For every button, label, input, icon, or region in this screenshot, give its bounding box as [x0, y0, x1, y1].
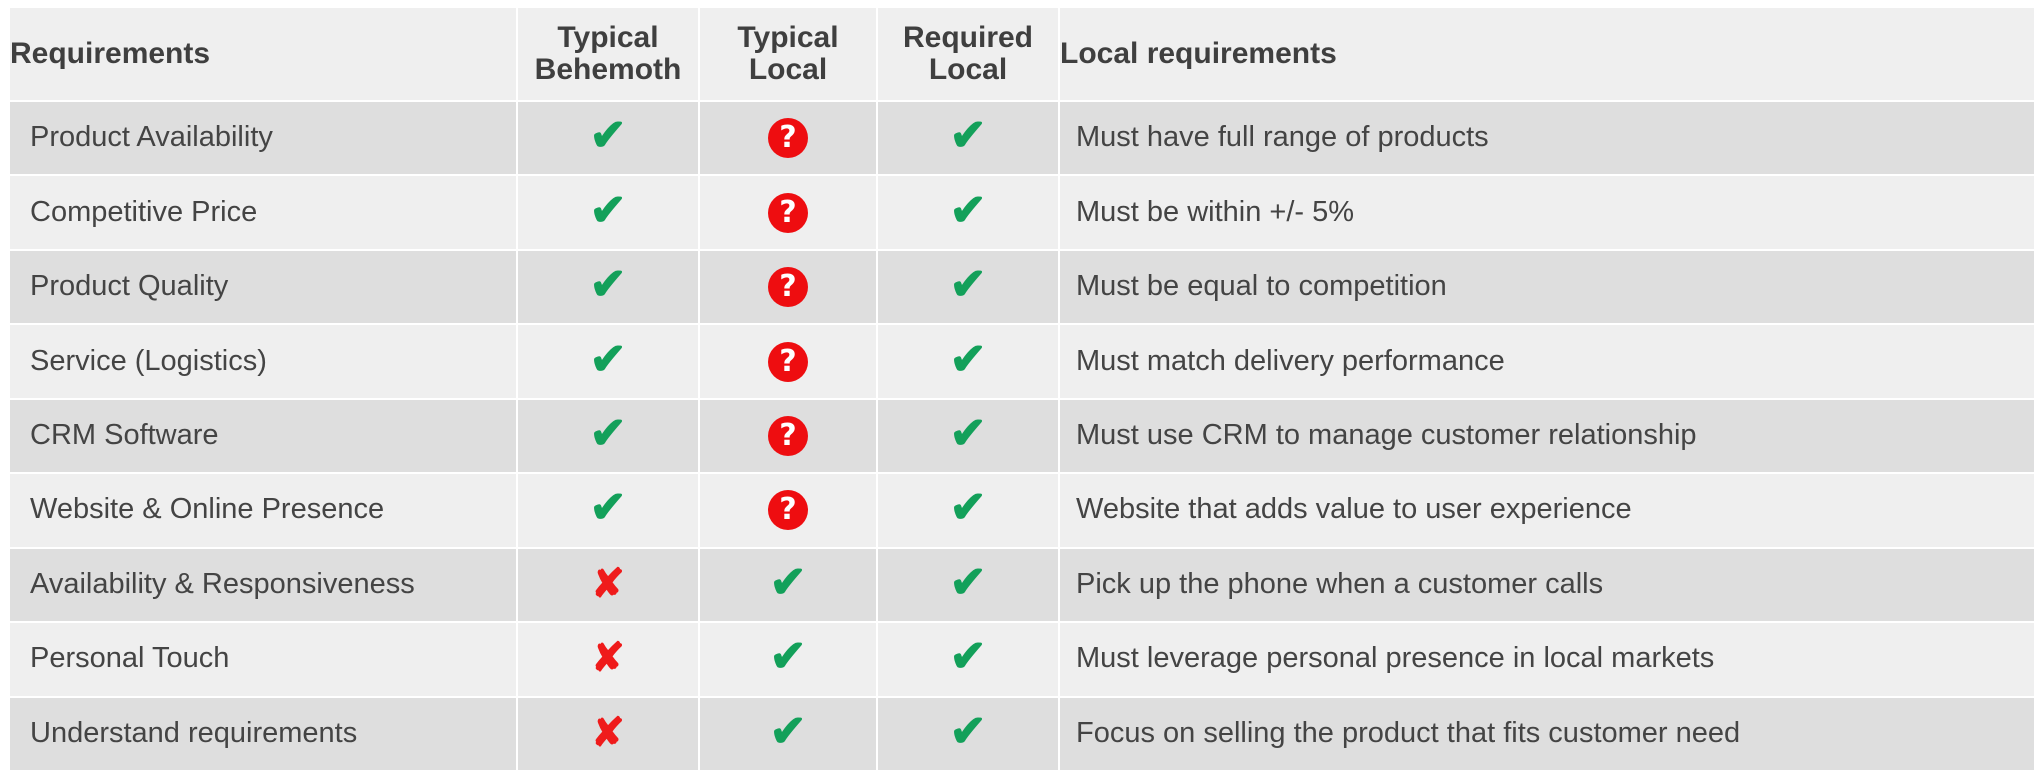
- requirement-label-cell: Website & Online Presence: [10, 474, 518, 547]
- required-local-cell: ✔: [878, 548, 1060, 622]
- check-icon: ✔: [949, 632, 987, 682]
- table-row: CRM Software ✔? ✔ Must use CRM to manage cu…: [10, 399, 2034, 473]
- requirement-label-cell: Availability & Responsiveness: [10, 548, 518, 622]
- column-header-local-requirements: Local requirements: [1060, 8, 2034, 100]
- check-icon: ✔: [589, 334, 627, 384]
- local-requirement-cell: Must use CRM to manage customer relation…: [1060, 399, 2034, 473]
- local-requirement-cell: Must be within +/- 5%: [1060, 176, 2034, 249]
- column-header-requirements: Requirements: [10, 8, 518, 100]
- column-header-typical-behemoth-line2: Behemoth: [534, 53, 682, 86]
- requirement-label-cell: CRM Software: [10, 399, 518, 473]
- check-icon: ✔: [949, 557, 987, 607]
- check-icon: ✔: [949, 111, 987, 161]
- typical-behemoth-cell: ✔: [518, 399, 700, 473]
- table-row: Understand requirements ✘ ✔ ✔ Focus on selli…: [10, 697, 2034, 770]
- local-requirement-cell: Must have full range of products: [1060, 102, 2034, 175]
- typical-behemoth-cell: ✔: [518, 250, 700, 324]
- required-local-cell: ✔: [878, 399, 1060, 473]
- typical-local-cell: ✔: [700, 548, 878, 622]
- check-icon: ✔: [949, 706, 987, 756]
- check-icon: ✔: [949, 334, 987, 384]
- cross-icon: ✘: [591, 561, 625, 606]
- header-row: Requirements Typical Behemoth Typical Lo…: [10, 8, 2034, 100]
- question-circle-icon: ?: [768, 415, 808, 456]
- required-local-cell: ✔: [878, 325, 1060, 398]
- check-icon: ✔: [949, 483, 987, 533]
- local-requirement-cell: Focus on selling the product that fits c…: [1060, 697, 2034, 770]
- check-icon: ✔: [589, 408, 627, 458]
- column-header-typical-local-line1: Typical: [737, 20, 839, 54]
- column-header-typical-behemoth: Typical Behemoth: [518, 8, 700, 100]
- comparison-table-sheet: Requirements Typical Behemoth Typical Lo…: [0, 0, 2042, 776]
- typical-behemoth-cell: ✔: [518, 325, 700, 398]
- local-requirement-cell: Must leverage personal presence in local…: [1060, 623, 2034, 696]
- typical-behemoth-cell: ✘: [518, 548, 700, 622]
- typical-behemoth-cell: ✘: [518, 697, 700, 770]
- typical-local-cell: ?: [700, 176, 878, 249]
- check-icon: ✔: [949, 408, 987, 458]
- requirement-label-cell: Product Quality: [10, 250, 518, 324]
- check-icon: ✔: [769, 632, 807, 682]
- table-row: Personal Touch ✘ ✔ ✔ Must leverage personal …: [10, 623, 2034, 696]
- check-icon: ✔: [769, 557, 807, 607]
- check-icon: ✔: [589, 185, 627, 235]
- column-header-typical-local: Typical Local: [700, 8, 878, 100]
- required-local-cell: ✔: [878, 697, 1060, 770]
- question-circle-icon: ?: [768, 192, 808, 233]
- check-icon: ✔: [589, 111, 627, 161]
- table-header: Requirements Typical Behemoth Typical Lo…: [10, 8, 2034, 100]
- check-icon: ✔: [589, 260, 627, 310]
- column-header-typical-behemoth-line1: Typical: [557, 20, 659, 54]
- question-circle-icon: ?: [768, 118, 808, 159]
- question-circle-icon: ?: [768, 341, 808, 382]
- local-requirement-cell: Website that adds value to user experien…: [1060, 474, 2034, 547]
- table-body: Product Availability ✔? ✔ Must have full ra…: [10, 102, 2034, 770]
- typical-local-cell: ?: [700, 250, 878, 324]
- typical-local-cell: ?: [700, 474, 878, 547]
- requirement-label-cell: Personal Touch: [10, 623, 518, 696]
- typical-local-cell: ?: [700, 325, 878, 398]
- table-row: Website & Online Presence ✔? ✔ Website that…: [10, 474, 2034, 547]
- table-row: Product Availability ✔? ✔ Must have full ra…: [10, 102, 2034, 175]
- column-header-required-local-line1: Required: [902, 20, 1034, 54]
- requirement-label-cell: Understand requirements: [10, 697, 518, 770]
- cross-icon: ✘: [591, 636, 625, 681]
- cross-icon: ✘: [591, 710, 625, 755]
- requirement-label-cell: Service (Logistics): [10, 325, 518, 398]
- typical-behemoth-cell: ✔: [518, 474, 700, 547]
- required-local-cell: ✔: [878, 176, 1060, 249]
- local-requirement-cell: Pick up the phone when a customer calls: [1060, 548, 2034, 622]
- typical-behemoth-cell: ✔: [518, 176, 700, 249]
- typical-behemoth-cell: ✔: [518, 102, 700, 175]
- column-header-required-local: Required Local: [878, 8, 1060, 100]
- column-header-required-local-line2: Local: [928, 53, 1008, 86]
- column-header-requirements-label: Requirements: [10, 36, 211, 70]
- question-circle-icon: ?: [768, 490, 808, 531]
- typical-behemoth-cell: ✘: [518, 623, 700, 696]
- typical-local-cell: ✔: [700, 697, 878, 770]
- check-icon: ✔: [949, 260, 987, 310]
- check-icon: ✔: [769, 706, 807, 756]
- table-row: Service (Logistics) ✔? ✔ Must match deliver…: [10, 325, 2034, 398]
- column-header-typical-local-line2: Local: [748, 53, 828, 86]
- requirements-comparison-table: Requirements Typical Behemoth Typical Lo…: [10, 6, 2034, 772]
- column-header-local-requirements-label: Local requirements: [1060, 36, 1337, 70]
- required-local-cell: ✔: [878, 250, 1060, 324]
- requirement-label-cell: Product Availability: [10, 102, 518, 175]
- required-local-cell: ✔: [878, 474, 1060, 547]
- required-local-cell: ✔: [878, 102, 1060, 175]
- typical-local-cell: ✔: [700, 623, 878, 696]
- local-requirement-cell: Must match delivery performance: [1060, 325, 2034, 398]
- check-icon: ✔: [949, 185, 987, 235]
- typical-local-cell: ?: [700, 102, 878, 175]
- requirement-label-cell: Competitive Price: [10, 176, 518, 249]
- table-row: Availability & Responsiveness ✘ ✔ ✔ Pick up …: [10, 548, 2034, 622]
- table-row: Product Quality ✔? ✔ Must be equal to compe…: [10, 250, 2034, 324]
- required-local-cell: ✔: [878, 623, 1060, 696]
- local-requirement-cell: Must be equal to competition: [1060, 250, 2034, 324]
- question-circle-icon: ?: [768, 267, 808, 308]
- check-icon: ✔: [589, 483, 627, 533]
- typical-local-cell: ?: [700, 399, 878, 473]
- table-row: Competitive Price ✔? ✔ Must be within +/- 5…: [10, 176, 2034, 249]
